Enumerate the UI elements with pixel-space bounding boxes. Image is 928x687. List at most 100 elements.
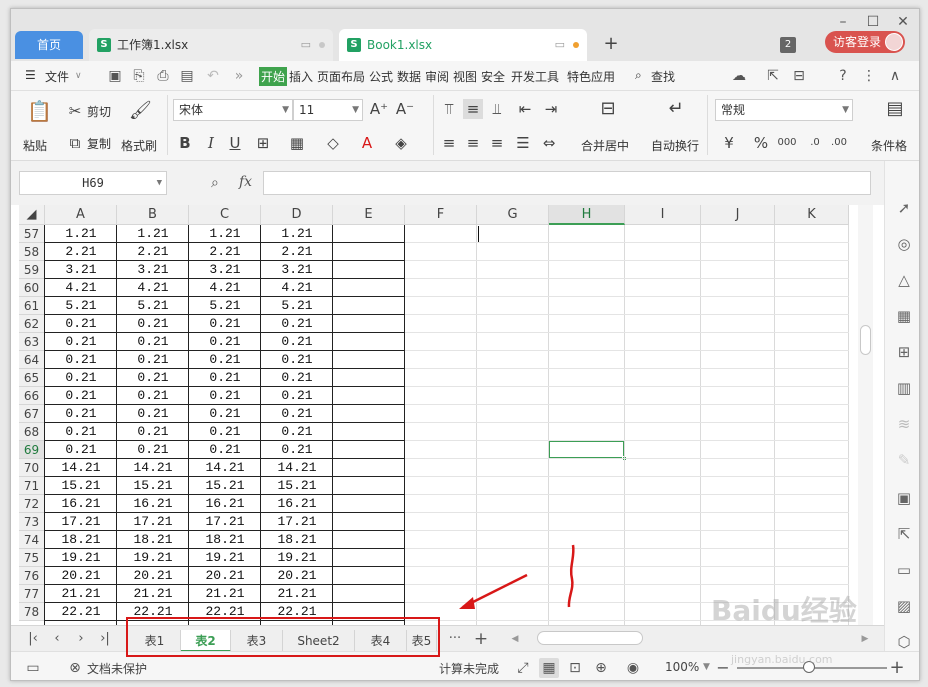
cursor-icon[interactable]: ➚ bbox=[893, 197, 915, 219]
row-header-73[interactable]: 73 bbox=[19, 513, 45, 531]
help-icon[interactable]: ? bbox=[833, 66, 853, 86]
cell-d73[interactable]: 17.21 bbox=[261, 513, 333, 531]
column-header-e[interactable]: E bbox=[333, 205, 405, 225]
cell-d58[interactable]: 2.21 bbox=[261, 243, 333, 261]
italic-button[interactable]: I bbox=[201, 133, 221, 153]
column-header-h[interactable]: H bbox=[549, 205, 625, 225]
cell-d63[interactable]: 0.21 bbox=[261, 333, 333, 351]
cell-b73[interactable]: 17.21 bbox=[117, 513, 189, 531]
zoom-level[interactable]: 100% bbox=[665, 660, 699, 674]
copy-icon[interactable]: ⧉ bbox=[65, 133, 85, 153]
scroll-left-icon[interactable]: ◀ bbox=[505, 629, 525, 649]
save-icon[interactable]: ▣ bbox=[105, 66, 125, 86]
cell-a65[interactable]: 0.21 bbox=[45, 369, 117, 387]
image-icon[interactable]: ▣ bbox=[893, 487, 915, 509]
indent-increase-icon[interactable]: ⇥ bbox=[541, 99, 561, 119]
zoom-in-button[interactable]: + bbox=[887, 658, 907, 678]
row-header-78[interactable]: 78 bbox=[19, 603, 45, 621]
cell-d67[interactable]: 0.21 bbox=[261, 405, 333, 423]
cell-b74[interactable]: 18.21 bbox=[117, 531, 189, 549]
more-options-icon[interactable]: ⋮ bbox=[859, 66, 879, 86]
zoom-formula-icon[interactable]: ⌕ bbox=[211, 175, 219, 191]
menu-tab-features[interactable]: 特色应用 bbox=[567, 68, 615, 85]
zoom-out-button[interactable]: − bbox=[713, 658, 733, 678]
menu-tab-security[interactable]: 安全 bbox=[481, 68, 505, 85]
cell-c65[interactable]: 0.21 bbox=[189, 369, 261, 387]
eye-protection-icon[interactable]: ◉ bbox=[623, 658, 643, 678]
row-header-74[interactable]: 74 bbox=[19, 531, 45, 549]
close-icon[interactable]: ✕ bbox=[893, 13, 913, 31]
row-header-75[interactable]: 75 bbox=[19, 549, 45, 567]
cell-b62[interactable]: 0.21 bbox=[117, 315, 189, 333]
picture-icon[interactable]: ▨ bbox=[893, 595, 915, 617]
row-header-60[interactable]: 60 bbox=[19, 279, 45, 297]
cell-a59[interactable]: 3.21 bbox=[45, 261, 117, 279]
cell-d69[interactable]: 0.21 bbox=[261, 441, 333, 459]
number-format-select[interactable]: 常规 ▼ bbox=[715, 99, 853, 121]
style-icon[interactable]: △ bbox=[893, 269, 915, 291]
menu-tab-developer[interactable]: 开发工具 bbox=[511, 68, 559, 85]
more-icon[interactable]: » bbox=[229, 66, 249, 86]
row-header-67[interactable]: 67 bbox=[19, 405, 45, 423]
cell-c68[interactable]: 0.21 bbox=[189, 423, 261, 441]
cell-d75[interactable]: 19.21 bbox=[261, 549, 333, 567]
cell-d74[interactable]: 18.21 bbox=[261, 531, 333, 549]
cell-d72[interactable]: 16.21 bbox=[261, 495, 333, 513]
chart-icon[interactable]: ▥ bbox=[893, 377, 915, 399]
menu-search[interactable]: 查找 bbox=[651, 68, 675, 85]
cell-d62[interactable]: 0.21 bbox=[261, 315, 333, 333]
increase-font-icon[interactable]: A⁺ bbox=[369, 99, 389, 119]
fill-color-icon[interactable]: ◇ bbox=[323, 133, 343, 153]
cell-a57[interactable]: 1.21 bbox=[45, 225, 117, 243]
collapse-ribbon-icon[interactable]: ∧ bbox=[885, 66, 905, 86]
cell-c67[interactable]: 0.21 bbox=[189, 405, 261, 423]
cell-a66[interactable]: 0.21 bbox=[45, 387, 117, 405]
row-header-71[interactable]: 71 bbox=[19, 477, 45, 495]
cell-c66[interactable]: 0.21 bbox=[189, 387, 261, 405]
row-header-69[interactable]: 69 bbox=[19, 441, 45, 459]
name-box[interactable]: H69 ▼ bbox=[19, 171, 167, 195]
cell-a69[interactable]: 0.21 bbox=[45, 441, 117, 459]
share-icon[interactable]: ⇱ bbox=[763, 66, 783, 86]
indent-decrease-icon[interactable]: ⇤ bbox=[515, 99, 535, 119]
shield-icon[interactable]: ⬡ bbox=[893, 631, 915, 653]
cell-b77[interactable]: 21.21 bbox=[117, 585, 189, 603]
cell-a74[interactable]: 18.21 bbox=[45, 531, 117, 549]
row-header-63[interactable]: 63 bbox=[19, 333, 45, 351]
filter-icon[interactable]: ≋ bbox=[893, 413, 915, 435]
selected-cell-h69[interactable] bbox=[548, 440, 627, 461]
align-bottom-icon[interactable]: ⫫ bbox=[487, 99, 507, 119]
cell-b61[interactable]: 5.21 bbox=[117, 297, 189, 315]
cell-b65[interactable]: 0.21 bbox=[117, 369, 189, 387]
chevron-down-icon[interactable]: ▼ bbox=[703, 662, 710, 672]
column-header-a[interactable]: A bbox=[45, 205, 117, 225]
page-break-icon[interactable]: ⊡ bbox=[565, 658, 585, 678]
cell-b67[interactable]: 0.21 bbox=[117, 405, 189, 423]
align-left-icon[interactable]: ≡ bbox=[439, 133, 459, 153]
cell-b69[interactable]: 0.21 bbox=[117, 441, 189, 459]
next-sheet-icon[interactable]: › bbox=[71, 629, 91, 649]
search-icon[interactable]: ⌕ bbox=[635, 68, 642, 83]
cell-c60[interactable]: 4.21 bbox=[189, 279, 261, 297]
thousands-icon[interactable]: 000 bbox=[777, 133, 797, 153]
first-sheet-icon[interactable]: |‹ bbox=[23, 629, 43, 649]
decrease-font-icon[interactable]: A⁻ bbox=[395, 99, 415, 119]
cell-c69[interactable]: 0.21 bbox=[189, 441, 261, 459]
more-sheets-button[interactable]: ··· bbox=[445, 629, 465, 649]
cell-a68[interactable]: 0.21 bbox=[45, 423, 117, 441]
cell-b72[interactable]: 16.21 bbox=[117, 495, 189, 513]
conditional-format-button[interactable]: 条件格 bbox=[871, 137, 907, 154]
hamburger-icon[interactable]: ☰ bbox=[25, 68, 36, 82]
row-header-62[interactable]: 62 bbox=[19, 315, 45, 333]
row-header-64[interactable]: 64 bbox=[19, 351, 45, 369]
cell-b75[interactable]: 19.21 bbox=[117, 549, 189, 567]
scroll-right-icon[interactable]: ▶ bbox=[855, 629, 875, 649]
decrease-decimal-icon[interactable]: .00 bbox=[829, 133, 849, 153]
cell-style-icon[interactable]: ▦ bbox=[287, 133, 307, 153]
row-header-76[interactable]: 76 bbox=[19, 567, 45, 585]
cell-a67[interactable]: 0.21 bbox=[45, 405, 117, 423]
cell-c75[interactable]: 19.21 bbox=[189, 549, 261, 567]
column-header-c[interactable]: C bbox=[189, 205, 261, 225]
cell-b76[interactable]: 20.21 bbox=[117, 567, 189, 585]
column-header-k[interactable]: K bbox=[775, 205, 849, 225]
